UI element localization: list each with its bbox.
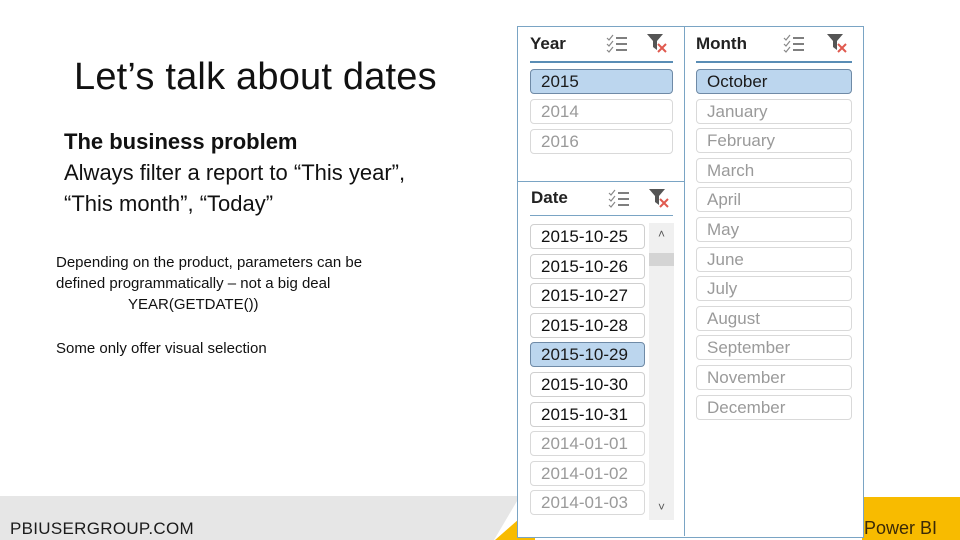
date-item[interactable]: 2015-10-29 xyxy=(530,342,645,368)
scroll-up-icon[interactable]: ˄ xyxy=(649,227,674,245)
multi-select-icon[interactable] xyxy=(783,34,805,54)
date-item[interactable]: 2015-10-30 xyxy=(530,372,645,397)
year-item[interactable]: 2015 xyxy=(530,69,673,94)
scroll-down-icon[interactable]: ˅ xyxy=(649,500,674,518)
date-item[interactable]: 2015-10-25 xyxy=(530,224,645,249)
slide-title: Let’s talk about dates xyxy=(74,56,437,98)
scroll-thumb[interactable] xyxy=(649,253,674,266)
month-item[interactable]: July xyxy=(696,276,852,302)
date-slicer-title: Date xyxy=(531,188,568,207)
month-item[interactable]: February xyxy=(696,128,852,154)
business-problem-line-2: “This month”, “Today” xyxy=(64,191,274,216)
month-item[interactable]: November xyxy=(696,365,852,390)
date-scrollbar[interactable]: ˄ ˅ xyxy=(649,223,674,520)
multi-select-icon[interactable] xyxy=(608,189,630,209)
body-code: YEAR(GETDATE()) xyxy=(128,296,259,313)
month-item[interactable]: May xyxy=(696,217,852,242)
month-item[interactable]: January xyxy=(696,98,852,124)
clear-filter-icon[interactable] xyxy=(648,187,670,209)
business-problem-line-1: Always filter a report to “This year”, xyxy=(64,160,406,185)
date-slicer-underline xyxy=(530,215,673,216)
body-line-3: Some only offer visual selection xyxy=(56,340,267,357)
slicer-divider-vertical xyxy=(684,27,685,536)
business-problem-heading: The business problem xyxy=(64,129,298,154)
year-slicer-underline xyxy=(530,61,673,63)
month-item[interactable]: September xyxy=(696,335,852,361)
month-item[interactable]: June xyxy=(696,246,852,272)
footer-site-label: PBIUSERGROUP.COM xyxy=(10,519,194,538)
body-line-2: defined programmatically – not a big dea… xyxy=(56,275,331,292)
date-item[interactable]: 2014-01-01 xyxy=(530,431,645,457)
clear-filter-icon[interactable] xyxy=(646,32,668,54)
month-slicer-underline xyxy=(696,61,852,63)
slicer-divider-horizontal xyxy=(518,181,684,182)
date-item[interactable]: 2015-10-31 xyxy=(530,401,645,427)
multi-select-icon[interactable] xyxy=(606,34,628,54)
month-item[interactable]: August xyxy=(696,305,852,331)
month-item[interactable]: April xyxy=(696,187,852,213)
month-item[interactable]: December xyxy=(696,394,852,420)
date-item[interactable]: 2015-10-26 xyxy=(530,253,645,279)
year-item[interactable]: 2014 xyxy=(530,99,673,124)
date-item[interactable]: 2014-01-02 xyxy=(530,460,645,486)
body-text: Depending on the product, parameters can… xyxy=(56,252,362,359)
month-item[interactable]: March xyxy=(696,157,852,183)
business-problem-block: The business problem Always filter a rep… xyxy=(64,126,405,219)
clear-filter-icon[interactable] xyxy=(826,32,848,54)
month-item[interactable]: October xyxy=(696,69,852,94)
date-item[interactable]: 2014-01-03 xyxy=(530,490,645,516)
year-item[interactable]: 2016 xyxy=(530,129,673,154)
powerbi-brand-label: Power BI xyxy=(864,518,938,538)
date-item[interactable]: 2015-10-28 xyxy=(530,312,645,338)
date-item[interactable]: 2015-10-27 xyxy=(530,283,645,309)
year-slicer-title: Year xyxy=(530,34,566,53)
body-line-1: Depending on the product, parameters can… xyxy=(56,254,363,271)
month-slicer-title: Month xyxy=(696,34,747,53)
